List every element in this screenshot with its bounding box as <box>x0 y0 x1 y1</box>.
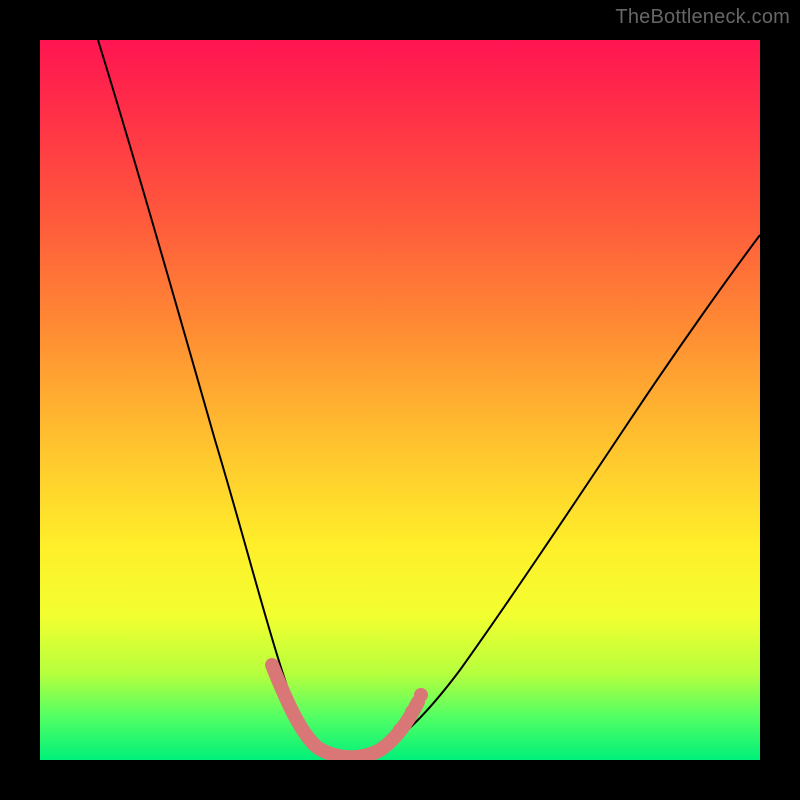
highlight-bead <box>405 705 419 719</box>
curve-left-branch <box>98 40 325 752</box>
highlight-bead <box>393 723 407 737</box>
curve-layer <box>40 40 760 760</box>
plot-area <box>40 40 760 760</box>
chart-stage: TheBottleneck.com <box>0 0 800 800</box>
highlight-bead <box>414 688 428 702</box>
curve-right-branch <box>325 235 760 757</box>
highlight-band <box>272 665 418 757</box>
watermark-text: TheBottleneck.com <box>615 6 790 29</box>
